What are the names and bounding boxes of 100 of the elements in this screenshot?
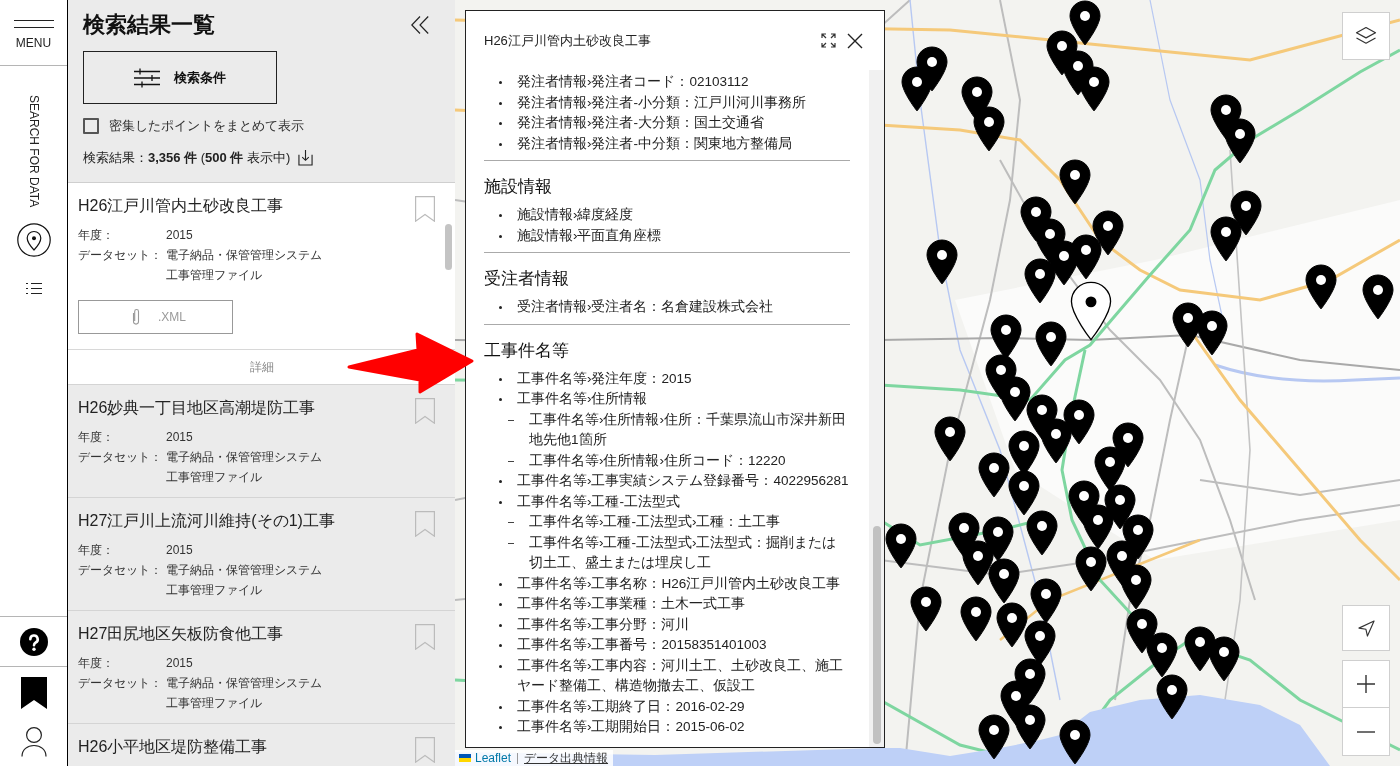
map-pin-icon[interactable] — [1040, 418, 1072, 464]
map-pin-icon[interactable] — [1104, 484, 1136, 530]
map-pin-icon[interactable] — [996, 602, 1028, 648]
map-pin-icon[interactable] — [1070, 281, 1112, 341]
list-icon — [25, 282, 42, 296]
double-chevron-left-icon — [411, 16, 429, 34]
bullet-icon — [499, 398, 502, 401]
map-pin-icon[interactable] — [1008, 470, 1040, 516]
bookmarks-button[interactable] — [20, 677, 47, 709]
bookmark-icon — [20, 677, 47, 709]
list-item-text: 工事件名等›工事名称：H26江戸川管内土砂改良工事 — [517, 574, 842, 593]
map-pin-icon[interactable] — [1224, 118, 1256, 164]
collapse-button[interactable] — [411, 16, 429, 34]
map-pin-icon[interactable] — [1030, 578, 1062, 624]
layers-button[interactable] — [1342, 12, 1390, 60]
bullet-icon — [499, 214, 502, 217]
scrollbar-track[interactable] — [869, 70, 884, 747]
map-pin-icon[interactable] — [1126, 608, 1158, 654]
map-pin-icon[interactable] — [1048, 240, 1080, 286]
download-icon — [298, 149, 314, 166]
bullet-icon — [499, 234, 502, 238]
map-pin-icon[interactable] — [1092, 210, 1124, 256]
expand-button[interactable] — [821, 33, 836, 48]
map-pin-icon[interactable] — [999, 376, 1031, 422]
map-pin-icon[interactable] — [1059, 719, 1091, 765]
download-button[interactable] — [298, 149, 314, 166]
map-pin-icon[interactable] — [1208, 636, 1240, 682]
close-button[interactable] — [847, 32, 863, 49]
scrollbar-thumb[interactable] — [873, 526, 881, 744]
list-item-text: 工事件名等›工種-工法型式 — [517, 492, 681, 511]
list-item-text: 発注者情報›発注者-小分類：江戸川河川事務所 — [517, 93, 807, 112]
list-view-button[interactable] — [25, 282, 42, 296]
zoom-in-button[interactable] — [1342, 660, 1390, 708]
field-value: 工事管理ファイル — [166, 695, 262, 712]
panel-title: 検索結果一覧 — [83, 13, 215, 37]
map-pin-icon[interactable] — [1024, 258, 1056, 304]
list-item-text: 工事件名等›住所情報›住所コード：12220 — [529, 451, 787, 470]
map-pin-icon[interactable] — [1075, 546, 1107, 592]
map-pin-icon[interactable] — [1196, 310, 1228, 356]
map-search-button[interactable] — [16, 223, 51, 258]
bullet-icon — [499, 726, 502, 729]
map-pin-icon[interactable] — [978, 452, 1010, 498]
field-label: データセット： — [78, 562, 163, 579]
dash-icon — [508, 419, 514, 421]
bullet-icon — [499, 582, 502, 586]
map-pin-icon[interactable] — [988, 558, 1020, 604]
map-pin-icon[interactable] — [1305, 264, 1337, 310]
popup-title: H26江戸川管内土砂改良工事 — [484, 32, 651, 49]
item-title: H26妙典一丁目地区高潮堤防工事 — [78, 398, 316, 418]
map-pin-icon[interactable] — [973, 106, 1005, 152]
bullet-icon — [499, 306, 502, 309]
detail-link[interactable]: 詳細 — [249, 359, 274, 375]
map-pin-icon[interactable] — [901, 66, 933, 112]
cluster-checkbox[interactable] — [83, 118, 99, 134]
map-pin-icon[interactable] — [1362, 274, 1394, 320]
map-pin-icon[interactable] — [1082, 504, 1114, 550]
list-item-text: 施設情報›平面直角座標 — [517, 226, 663, 245]
layers-icon — [1355, 26, 1377, 46]
map-pin-icon[interactable] — [1063, 399, 1095, 445]
map-pin-icon[interactable] — [926, 239, 958, 285]
help-button[interactable] — [19, 627, 48, 656]
result-item[interactable]: H26江戸川管内土砂改良工事 年度： 2015 データセット： 電子納品・保管管理システム 工事管理ファイル .XML 詳細 — [68, 183, 455, 385]
map-pin-icon[interactable] — [960, 596, 992, 642]
map-pin-icon[interactable] — [1146, 632, 1178, 678]
list-item-text: 工事件名等›工種-工法型式›工種：土工事 — [529, 513, 782, 531]
data-source-link[interactable]: データ出典情報 — [524, 750, 609, 766]
map-pin-icon[interactable] — [1078, 66, 1110, 112]
map-pin-icon[interactable] — [885, 523, 917, 569]
map-pin-icon[interactable] — [1230, 190, 1262, 236]
map-pin-icon[interactable] — [978, 714, 1010, 760]
map-pin-icon[interactable] — [1156, 674, 1188, 720]
map-pin-icon[interactable] — [1069, 0, 1101, 46]
search-conditions-button[interactable]: 検索条件 — [83, 51, 277, 104]
map-pin-icon[interactable] — [1014, 704, 1046, 750]
map-pin-icon[interactable] — [1035, 321, 1067, 367]
list-item-text: 工事件名等›工事分野：河川 — [517, 615, 691, 634]
map-pin-icon[interactable] — [1094, 446, 1126, 492]
section-heading: 施設情報 — [484, 176, 553, 198]
map-pin-icon[interactable] — [982, 516, 1014, 562]
field-value: 電子納品・保管管理システム — [166, 562, 322, 579]
map-pin-icon[interactable] — [1024, 620, 1056, 666]
field-value: 電子納品・保管管理システム — [166, 247, 322, 264]
map-pin-icon[interactable] — [962, 540, 994, 586]
map-pin-icon[interactable] — [1059, 159, 1091, 205]
map-pin-icon[interactable] — [1026, 510, 1058, 556]
item-title: H27田尻地区矢板防食他工事 — [78, 624, 284, 644]
map-pin-icon[interactable] — [934, 416, 966, 462]
map-pin-icon[interactable] — [1120, 564, 1152, 610]
map-pin-icon[interactable] — [910, 586, 942, 632]
bullet-icon — [499, 377, 502, 381]
locate-button[interactable] — [1342, 605, 1390, 651]
field-value: 電子納品・保管管理システム — [166, 675, 322, 692]
map-pin-icon[interactable] — [1070, 234, 1102, 280]
bullet-icon — [499, 480, 502, 483]
navigation-arrow-icon — [1357, 619, 1375, 637]
field-label: データセット： — [78, 247, 163, 264]
account-button[interactable] — [20, 727, 47, 757]
leaflet-link[interactable]: Leaflet — [475, 750, 512, 766]
scrollbar-thumb[interactable] — [445, 224, 452, 270]
map-pin-icon[interactable] — [1210, 216, 1242, 262]
